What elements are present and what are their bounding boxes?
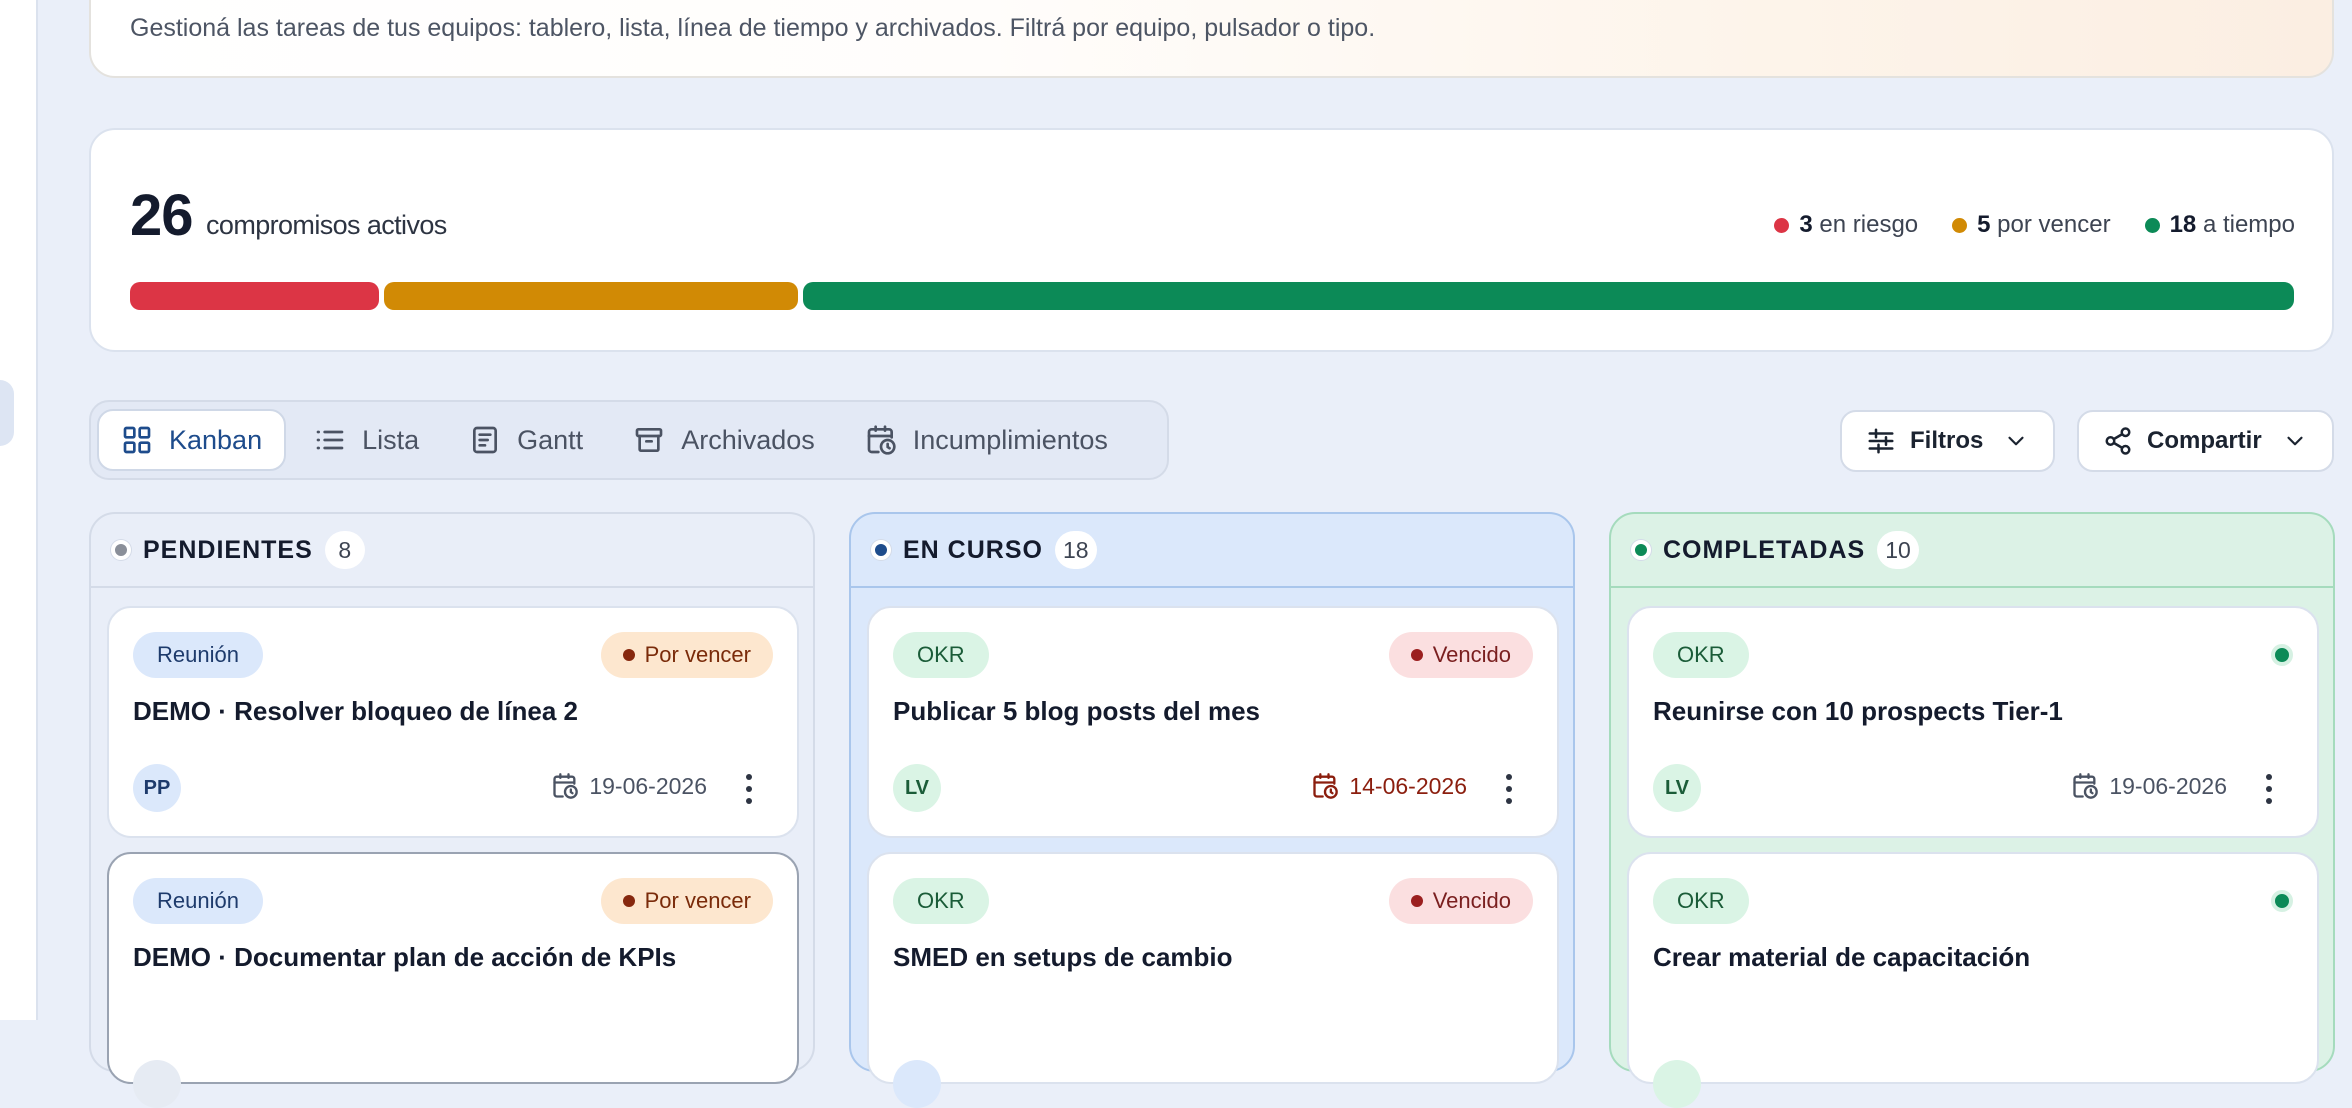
due-date: 19-06-2026	[551, 772, 707, 800]
avatar: LV	[1653, 764, 1701, 812]
gantt-icon	[473, 426, 498, 454]
legend-dot-green	[2144, 217, 2160, 233]
status-badge: Vencido	[1388, 878, 1533, 924]
share-button[interactable]: Compartir	[2077, 410, 2334, 472]
left-sidebar	[0, 0, 38, 1020]
column-header: PENDIENTES 8	[91, 514, 813, 588]
tab-archivados[interactable]: Archivados	[611, 409, 837, 471]
active-commitments-label: compromisos activos	[206, 210, 447, 240]
column-title: EN CURSO	[903, 535, 1043, 564]
chevron-down-icon	[2287, 436, 2303, 446]
avatar: LV	[893, 764, 941, 812]
column-title: PENDIENTES	[143, 535, 313, 564]
sidebar-active-indicator[interactable]	[0, 380, 14, 446]
status-badge: Por vencer	[600, 632, 773, 678]
task-card[interactable]: Reunión Por vencer DEMO · Documentar pla…	[107, 852, 799, 1108]
grid-icon	[123, 426, 151, 454]
task-type-tag: OKR	[893, 878, 989, 924]
tab-archivados-label: Archivados	[681, 424, 815, 455]
calendar-clock-icon	[1313, 773, 1339, 799]
tab-lista-label: Lista	[362, 424, 420, 455]
filters-button[interactable]: Filtros	[1840, 410, 2056, 472]
calendar-clock-icon	[553, 773, 579, 799]
task-card[interactable]: Reunión Por vencer DEMO · Resolver bloqu…	[107, 606, 799, 838]
tab-lista[interactable]: Lista	[292, 409, 441, 471]
more-options-icon[interactable]	[2263, 774, 2275, 804]
progress-segment-at-risk	[130, 282, 379, 310]
kanban-column-pendientes: PENDIENTES 8 Reunión Por vencer DEMO · R…	[89, 512, 815, 1108]
task-type-tag: Reunión	[133, 632, 263, 678]
column-count-badge: 18	[1054, 531, 1097, 569]
task-type-tag: OKR	[893, 632, 989, 678]
avatar	[1653, 1060, 1701, 1108]
share-label: Compartir	[2147, 427, 2262, 454]
more-options-icon[interactable]	[743, 774, 755, 804]
due-date: 19-06-2026	[2071, 772, 2227, 800]
status-progress-bar	[130, 282, 2294, 310]
filters-label: Filtros	[1910, 427, 1984, 454]
task-title: DEMO · Documentar plan de acción de KPIs	[133, 942, 677, 972]
archive-icon	[635, 428, 663, 452]
tab-kanban[interactable]: Kanban	[97, 409, 287, 471]
tab-incumplimientos-label: Incumplimientos	[912, 424, 1108, 455]
due-date: 14-06-2026	[1311, 772, 1467, 800]
kanban-column-completadas: COMPLETADAS 10 OKR Reunirse con 10 prosp…	[1609, 512, 2335, 1108]
column-header: EN CURSO 18	[851, 514, 1573, 588]
column-header: COMPLETADAS 10	[1611, 514, 2333, 588]
column-title: COMPLETADAS	[1663, 535, 1866, 564]
task-card[interactable]: OKR Vencido SMED en setups de cambio	[867, 852, 1559, 1108]
task-title: Publicar 5 blog posts del mes	[893, 696, 1260, 726]
task-type-tag: OKR	[1653, 632, 1749, 678]
status-dot-on-time	[2271, 644, 2293, 666]
status-dot-on-time	[2271, 890, 2293, 912]
task-title: Reunirse con 10 prospects Tier-1	[1653, 696, 2063, 726]
task-title: Crear material de capacitación	[1653, 942, 2031, 972]
task-title: SMED en setups de cambio	[893, 942, 1233, 972]
legend-on-time: 18 a tiempo	[2144, 211, 2295, 239]
tab-incumplimientos[interactable]: Incumplimientos	[843, 409, 1130, 471]
status-badge: Vencido	[1388, 632, 1533, 678]
task-title: DEMO · Resolver bloqueo de línea 2	[133, 696, 578, 726]
progress-segment-on-time	[802, 282, 2294, 310]
sliders-icon	[1868, 428, 1894, 454]
active-commitments-count: 26	[130, 183, 194, 248]
column-count-badge: 10	[1877, 531, 1919, 569]
task-type-tag: Reunión	[133, 878, 263, 924]
tab-gantt[interactable]: Gantt	[447, 409, 605, 471]
tab-gantt-label: Gantt	[517, 424, 584, 455]
progress-segment-due-soon	[383, 282, 798, 310]
legend-dot-amber	[1952, 217, 1968, 233]
share-icon	[2105, 427, 2131, 455]
legend-at-risk: 3 en riesgo	[1774, 211, 1918, 239]
avatar	[893, 1060, 941, 1108]
column-count-badge: 8	[324, 531, 365, 569]
legend-dot-red	[1774, 217, 1790, 233]
more-options-icon[interactable]	[1503, 774, 1515, 804]
column-status-dot	[871, 540, 891, 560]
legend-due-soon: 5 por vencer	[1952, 211, 2111, 239]
chevron-down-icon	[2008, 436, 2024, 446]
calendar-clock-icon	[2073, 773, 2099, 799]
task-card[interactable]: OKR Crear material de capacitación	[1627, 852, 2319, 1108]
summary-legend: 3 en riesgo 5 por vencer 18 a tiempo	[1774, 211, 2295, 239]
avatar: PP	[133, 764, 181, 812]
page-description: Gestioná las tareas de tus equipos: tabl…	[130, 14, 1376, 42]
avatar	[133, 1060, 181, 1108]
view-tabs: Kanban Lista Gantt Archivados Incumplimi…	[89, 400, 1169, 480]
kanban-column-en-curso: EN CURSO 18 OKR Vencido Publicar 5 blog …	[849, 512, 1575, 1108]
column-status-dot	[1631, 540, 1651, 560]
calendar-clock-icon	[867, 425, 896, 455]
tab-kanban-label: Kanban	[169, 424, 263, 455]
task-card[interactable]: OKR Vencido Publicar 5 blog posts del me…	[867, 606, 1559, 838]
column-status-dot	[111, 540, 131, 560]
task-card[interactable]: OKR Reunirse con 10 prospects Tier-1 LV …	[1627, 606, 2319, 838]
task-type-tag: OKR	[1653, 878, 1749, 924]
list-icon	[316, 430, 344, 450]
status-badge: Por vencer	[600, 878, 773, 924]
